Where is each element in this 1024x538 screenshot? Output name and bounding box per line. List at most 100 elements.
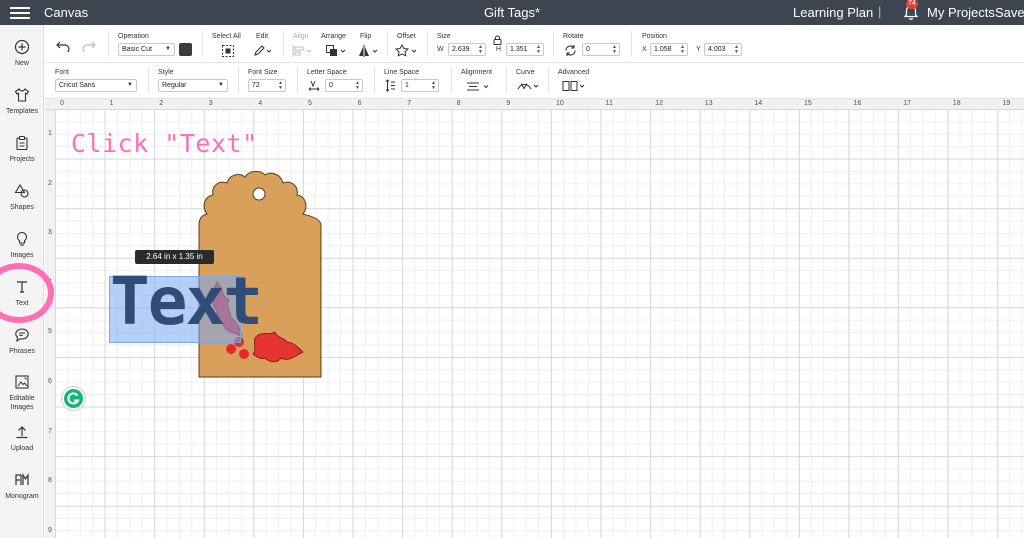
edit-label: Edit xyxy=(256,33,269,40)
ruler-tick-label: 3 xyxy=(48,229,52,237)
ruler-tick-label: 18 xyxy=(952,100,961,107)
stepper-icon[interactable]: ▲ ▼ xyxy=(680,45,685,55)
ruler-tick-label: 1 xyxy=(48,130,52,137)
ruler-tick-label: 15 xyxy=(804,100,812,107)
sidebar-item-monogram[interactable]: Monogram xyxy=(0,468,44,514)
save-button[interactable]: Save xyxy=(995,5,1024,20)
stepper-icon[interactable]: ▲ ▼ xyxy=(431,81,436,91)
text-align-icon[interactable] xyxy=(466,81,492,92)
label-line-1: Editable xyxy=(9,395,35,402)
my-projects-link[interactable]: My Projects xyxy=(927,5,995,20)
ruler-tick-label: 10 xyxy=(556,100,564,107)
rotate-icon[interactable] xyxy=(564,44,577,57)
redo-icon[interactable] xyxy=(82,40,96,52)
chevron-down-icon: ▼ xyxy=(218,82,224,88)
divider xyxy=(631,31,632,57)
y-label: Y xyxy=(696,46,701,53)
letter-space-input[interactable]: 0 ▲ ▼ xyxy=(325,79,363,92)
select-all-icon[interactable] xyxy=(221,44,235,58)
operation-color-swatch[interactable] xyxy=(179,43,192,56)
upload-icon xyxy=(16,426,28,439)
style-label: Style xyxy=(158,69,174,76)
flip-label: Flip xyxy=(360,33,372,40)
stepper-icon[interactable]: ▲ ▼ xyxy=(734,45,739,55)
align-icon[interactable] xyxy=(291,44,313,58)
stepper-icon[interactable]: ▲ ▼ xyxy=(478,45,483,55)
edit-pencil-icon[interactable] xyxy=(253,44,273,58)
offset-icon[interactable] xyxy=(395,44,419,58)
x-value: 1.058 xyxy=(654,46,672,53)
advanced-label: Advanced xyxy=(558,69,590,76)
style-select[interactable]: Regular ▼ xyxy=(158,79,228,92)
y-value: 4.003 xyxy=(708,46,726,53)
grammarly-icon[interactable] xyxy=(62,387,85,410)
height-input[interactable]: 1.351 ▲ ▼ xyxy=(506,43,544,56)
label-line-2: Images xyxy=(10,404,34,411)
font-size-value: 72 xyxy=(252,82,260,89)
ruler-tick-label: 14 xyxy=(754,100,763,107)
operation-value: Basic Cut xyxy=(122,46,152,53)
text-object[interactable]: Text xyxy=(110,262,263,342)
flip-icon[interactable] xyxy=(358,44,380,58)
stepper-icon[interactable]: ▲ ▼ xyxy=(355,81,360,91)
sidebar-item-upload[interactable]: Upload xyxy=(0,420,44,466)
tag-hole xyxy=(252,187,266,201)
chevron-down-icon: ▼ xyxy=(127,82,133,88)
ruler-tick-label: 11 xyxy=(605,100,613,107)
curve-icon[interactable] xyxy=(517,80,541,92)
ruler-tick-label: 6 xyxy=(48,378,52,385)
undo-icon[interactable] xyxy=(56,40,70,52)
sidebar-item-templates[interactable]: Templates xyxy=(0,83,44,129)
line-space-input[interactable]: 1 ▲ ▼ xyxy=(401,79,439,92)
rotate-input[interactable]: 0 ▲ ▼ xyxy=(582,43,620,56)
sidebar-item-label: Templates xyxy=(6,108,38,115)
ruler-tick-label: 13 xyxy=(704,100,713,107)
position-label: Position xyxy=(642,33,667,40)
font-value: Cricut Sans xyxy=(59,82,96,89)
operation-select[interactable]: Basic Cut ▼ xyxy=(118,43,175,56)
y-position-input[interactable]: 4.003 ▲ ▼ xyxy=(704,43,742,56)
font-select[interactable]: Cricut Sans ▼ xyxy=(55,79,137,92)
font-size-input[interactable]: 72 ▲ ▼ xyxy=(248,79,286,92)
line-space-value: 1 xyxy=(405,82,409,89)
rotate-value: 0 xyxy=(586,46,590,53)
sidebar-item-phrases[interactable]: Phrases xyxy=(0,323,44,369)
sidebar-item-label: Text xyxy=(15,300,29,307)
hamburger-menu-icon[interactable] xyxy=(10,5,30,20)
arrange-icon[interactable] xyxy=(325,44,347,58)
stepper-icon[interactable]: ▲ ▼ xyxy=(278,81,283,91)
sidebar-item-new[interactable]: New xyxy=(0,35,44,81)
learning-plan-link[interactable]: Learning Plan xyxy=(793,5,873,20)
sidebar-item-shapes[interactable]: Shapes xyxy=(0,179,44,225)
rotate-label: Rotate xyxy=(563,33,584,40)
x-position-input[interactable]: 1.058 ▲ ▼ xyxy=(650,43,688,56)
ruler-tick-label: 4 xyxy=(258,100,263,107)
sidebar-item-text[interactable]: Text xyxy=(0,275,44,321)
line-space-label: Line Space xyxy=(384,69,420,76)
divider xyxy=(451,67,452,93)
top-bar: Canvas Gift Tags* Learning Plan | 74 My … xyxy=(0,0,1024,25)
alignment-label: Alignment xyxy=(461,69,493,76)
sidebar-item-label: Projects xyxy=(9,156,35,163)
sidebar-item-label: Editable Images xyxy=(0,394,44,412)
stepper-icon[interactable]: ▲ ▼ xyxy=(612,45,617,55)
ruler-tick-label: 8 xyxy=(456,100,461,107)
sidebar-item-projects[interactable]: Projects xyxy=(0,131,44,177)
sidebar-item-images[interactable]: Images xyxy=(0,227,44,273)
ruler-tick-label: 9 xyxy=(48,526,52,534)
divider xyxy=(506,67,507,93)
speech-bubble-icon xyxy=(15,328,29,343)
topbar-separator: | xyxy=(878,4,882,19)
size-tooltip: 2.64 in x 1.35 in xyxy=(135,250,214,264)
left-sidebar: New Templates Projects Shapes Images Tex… xyxy=(0,25,44,538)
width-input[interactable]: 2.639 ▲ ▼ xyxy=(448,43,486,56)
sidebar-item-label: New xyxy=(14,60,29,67)
sidebar-item-label: Shapes xyxy=(10,204,34,211)
stepper-icon[interactable]: ▲ ▼ xyxy=(536,45,541,55)
lock-icon[interactable] xyxy=(493,35,502,45)
sidebar-item-editable-images[interactable]: Editable Images xyxy=(0,370,44,422)
advanced-icon[interactable] xyxy=(562,80,588,92)
ruler-tick-label: 5 xyxy=(48,328,52,336)
line-space-icon xyxy=(385,79,395,92)
ruler-tick-label: 0 xyxy=(60,100,64,107)
